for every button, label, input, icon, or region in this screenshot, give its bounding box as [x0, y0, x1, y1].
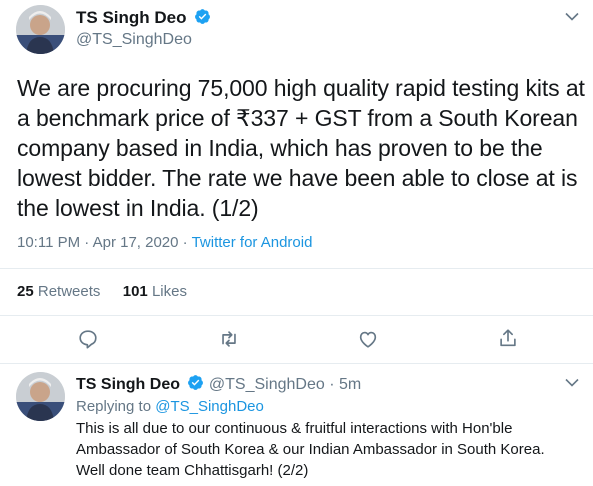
like-icon[interactable] — [357, 328, 379, 350]
handle[interactable]: @TS_SinghDeo — [76, 30, 192, 50]
replying-to: Replying to @TS_SinghDeo — [76, 397, 264, 417]
retweet-icon[interactable] — [218, 328, 240, 350]
retweets-count: 25 — [17, 283, 34, 300]
reply-handle-time[interactable]: @TS_SinghDeo · 5m — [209, 376, 361, 393]
tweet-meta: 10:11 PM · Apr 17, 2020 · Twitter for An… — [17, 233, 312, 253]
tweet-text: We are procuring 75,000 high quality rap… — [17, 75, 585, 221]
tweet-source[interactable]: Twitter for Android — [192, 234, 313, 251]
divider — [0, 363, 593, 364]
chevron-down-icon[interactable] — [565, 378, 579, 387]
divider — [0, 315, 593, 316]
tweet-timestamp[interactable]: 10:11 PM · Apr 17, 2020 · — [17, 234, 192, 251]
replying-to-handle[interactable]: @TS_SinghDeo — [155, 398, 264, 415]
likes-stat[interactable]: 101 Likes — [123, 283, 187, 300]
retweets-label: Retweets — [37, 283, 101, 300]
likes-label: Likes — [151, 283, 187, 300]
tweet-stats: 25 Retweets 101 Likes — [17, 282, 187, 302]
reply-icon[interactable] — [77, 328, 99, 350]
reply-display-name[interactable]: TS Singh Deo — [76, 376, 180, 393]
retweets-stat[interactable]: 25 Retweets — [17, 283, 100, 300]
verified-icon — [188, 375, 204, 390]
avatar[interactable] — [16, 5, 65, 54]
divider — [0, 268, 593, 269]
reply-author-line: TS Singh Deo @TS_SinghDeo · 5m — [76, 374, 361, 395]
verified-icon — [195, 9, 211, 24]
display-name[interactable]: TS Singh Deo — [76, 8, 187, 27]
reply-text: This is all due to our continuous & frui… — [76, 420, 545, 479]
replying-to-label: Replying to — [76, 398, 156, 415]
reply-avatar[interactable] — [16, 372, 65, 421]
chevron-down-icon[interactable] — [565, 12, 579, 21]
likes-count: 101 — [122, 283, 148, 300]
author-line: TS Singh Deo — [76, 7, 211, 29]
share-icon[interactable] — [497, 327, 519, 349]
